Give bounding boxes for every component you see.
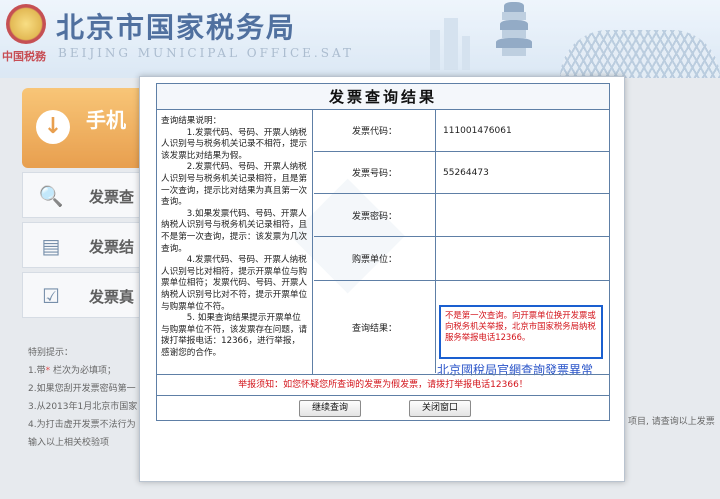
field-row-invoice-password: 发票密码： xyxy=(314,194,609,237)
field-value: 111001476061 xyxy=(443,125,512,136)
result-explanation: 查询结果说明： 1.发票代码、号码、开票人纳税人识别号与税务机关记录不相符，提示… xyxy=(157,110,313,374)
close-window-button[interactable]: 关闭窗口 xyxy=(409,400,471,417)
explanation-item: 4.发票代码、号码、开票人纳税人识别号比对相符，提示开票单位与购票单位相符；发票… xyxy=(161,255,308,312)
continue-query-button[interactable]: 继续查询 xyxy=(299,400,361,417)
field-row-invoice-number: 发票号码： 55264473 xyxy=(314,152,609,194)
report-notice: 举报须知：如您怀疑您所查询的发票为假发票，请拨打举报电话12366！ xyxy=(157,374,609,396)
field-label: 发票密码： xyxy=(314,194,436,236)
explanation-heading: 查询结果说明： xyxy=(161,116,222,126)
field-value: 55264473 xyxy=(443,167,489,178)
explanation-item: 5. 如果查询结果提示开票单位与购票单位不符，该发票存在问题，请拨打举报电话：1… xyxy=(161,313,308,358)
explanation-item: 2.发票代码、号码、开票人纳税人识别号与税务机关记录相符，且是第一次查询，提示比… xyxy=(161,162,308,208)
field-label: 购票单位： xyxy=(314,237,436,280)
result-table: 发票查询结果 查询结果说明： 1.发票代码、号码、开票人纳税人识别号与税务机关记… xyxy=(156,83,610,421)
field-row-buyer: 购票单位： xyxy=(314,237,609,281)
field-label: 发票代码： xyxy=(314,110,436,151)
explanation-item: 1.发票代码、号码、开票人纳税人识别号与税务机关记录不相符，提示该发票比对结果为… xyxy=(161,127,308,161)
field-value xyxy=(437,237,609,280)
field-value xyxy=(437,194,609,236)
explanation-item: 3.如果发票代码、号码、开票人纳税人识别号与税务机关记录相符，且不是第一次查询，… xyxy=(161,208,308,254)
query-result-message: 不是第一次查询。向开票单位换开发票或向税务机关举报，北京市国家税务局纳税服务举报… xyxy=(439,305,603,359)
field-label: 发票号码： xyxy=(314,152,436,193)
field-label: 查询结果： xyxy=(314,281,436,373)
invoice-result-dialog: ◆ 发票查询结果 查询结果说明： 1.发票代码、号码、开票人纳税人识别号与税务机… xyxy=(139,76,625,482)
field-row-invoice-code: 发票代码： 111001476061 xyxy=(314,110,609,152)
dialog-title: 发票查询结果 xyxy=(157,84,609,110)
dialog-buttons: 继续查询 关闭窗口 xyxy=(157,396,609,420)
